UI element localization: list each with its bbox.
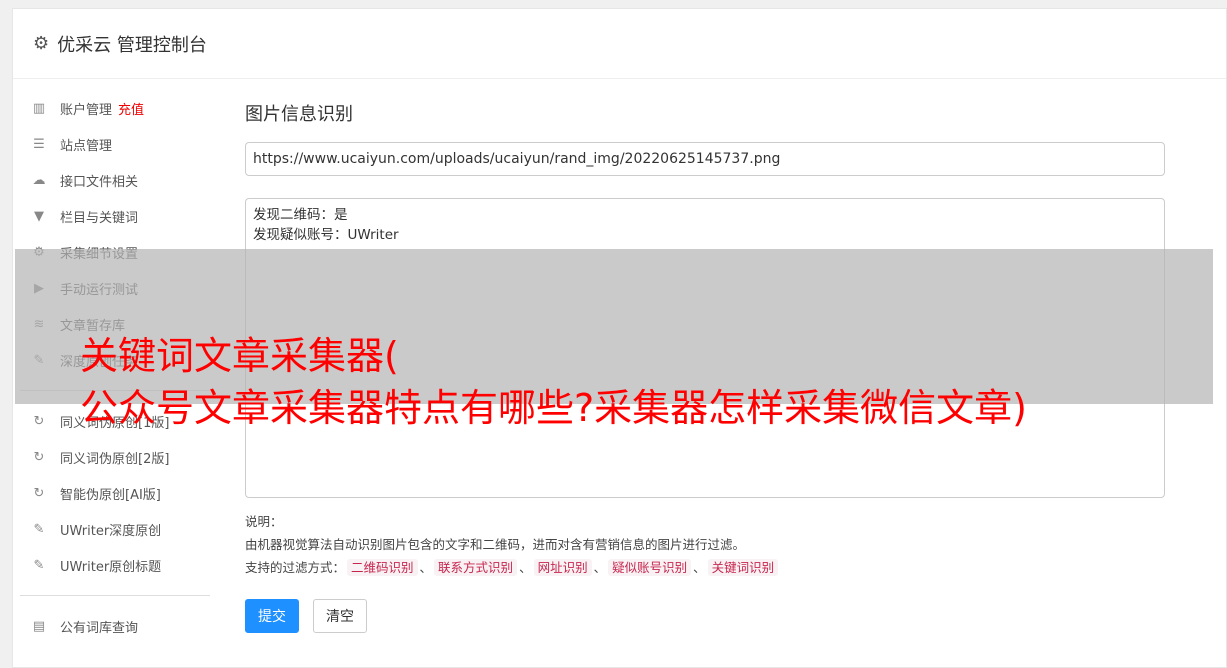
filter-tag: 网址识别 [533, 559, 592, 576]
bar-chart-icon: ▥ [32, 100, 46, 116]
overlay-title: 关键词文章采集器( 公众号文章采集器特点有哪些?采集器怎样采集微信文章) [80, 330, 1027, 434]
recharge-link[interactable]: 充值 [118, 99, 144, 118]
filter-icon: ▼ [34, 208, 44, 224]
sidebar-item-label: 账户管理 [60, 102, 113, 118]
refresh-icon: ↻ [33, 449, 45, 465]
edit-icon: ✎ [33, 557, 45, 573]
note-text: 由机器视觉算法自动识别图片包含的文字和二维码，进而对含有营销信息的图片进行过滤。 [245, 537, 746, 552]
sidebar-item[interactable]: ↻ 智能伪原创[AI版] [20, 475, 210, 511]
sidebar-item[interactable]: ↻ 同义词伪原创[2版] [20, 439, 210, 475]
filter-tag: 关键词识别 [707, 559, 779, 576]
filter-tag: 二维码识别 [347, 559, 418, 576]
filter-tag: 联系方式识别 [434, 559, 518, 576]
filter-list: 支持的过滤方式： 二维码识别、联系方式识别、网址识别、疑似账号识别、关键词识别 [245, 556, 1165, 579]
notes: 说明： 由机器视觉算法自动识别图片包含的文字和二维码，进而对含有营销信息的图片进… [245, 510, 1165, 579]
refresh-icon: ↻ [33, 485, 45, 501]
sidebar-item-label: 公有词库查询 [60, 620, 139, 636]
overlay-line-1: 关键词文章采集器( [80, 334, 399, 378]
app-title: 优采云 管理控制台 [57, 34, 207, 56]
sidebar-item[interactable]: ✎ UWriter原创标题 [20, 547, 210, 583]
sidebar-item-label: 智能伪原创[AI版] [60, 487, 161, 503]
header: ⚙ 优采云 管理控制台 [13, 9, 1226, 79]
sidebar-item[interactable]: ▤ 公有词库查询 [20, 608, 210, 644]
edit-icon: ✎ [33, 521, 45, 537]
refresh-icon: ↻ [33, 413, 45, 429]
sidebar-item[interactable]: ☰ 站点管理 [20, 126, 210, 162]
book-icon: ▤ [32, 618, 46, 634]
sidebar-item-label: 站点管理 [60, 138, 113, 154]
filter-tag: 疑似账号识别 [608, 559, 692, 576]
sidebar-item-label: 接口文件相关 [60, 174, 139, 190]
sidebar-item[interactable]: ✎ UWriter深度原创 [20, 511, 210, 547]
sidebar-item-label: 同义词伪原创[2版] [60, 451, 170, 467]
image-url-input[interactable]: https://www.ucaiyun.com/uploads/ucaiyun/… [245, 142, 1165, 176]
submit-button[interactable]: 提交 [245, 599, 299, 633]
sidebar-item-label: UWriter原创标题 [60, 559, 162, 575]
cloud-upload-icon: ☁ [32, 172, 46, 188]
clear-button[interactable]: 清空 [313, 599, 367, 633]
server-icon: ☰ [33, 136, 45, 152]
sidebar-divider [20, 595, 210, 596]
overlay-line-2: 公众号文章采集器特点有哪些?采集器怎样采集微信文章) [80, 386, 1027, 430]
sidebar-item-label: UWriter深度原创 [60, 523, 162, 539]
gear-icon: ⚙ [33, 33, 50, 54]
sidebar-item-label: 栏目与关键词 [60, 210, 139, 226]
page-title: 图片信息识别 [245, 104, 353, 125]
sidebar-item[interactable]: ☁ 接口文件相关 [20, 162, 210, 198]
sidebar-item[interactable]: ▼ 栏目与关键词 [20, 198, 210, 234]
note-label: 说明： [245, 514, 283, 529]
sidebar-item[interactable]: ▥ 账户管理 充值 [20, 90, 210, 126]
filter-label: 支持的过滤方式： [245, 560, 346, 575]
